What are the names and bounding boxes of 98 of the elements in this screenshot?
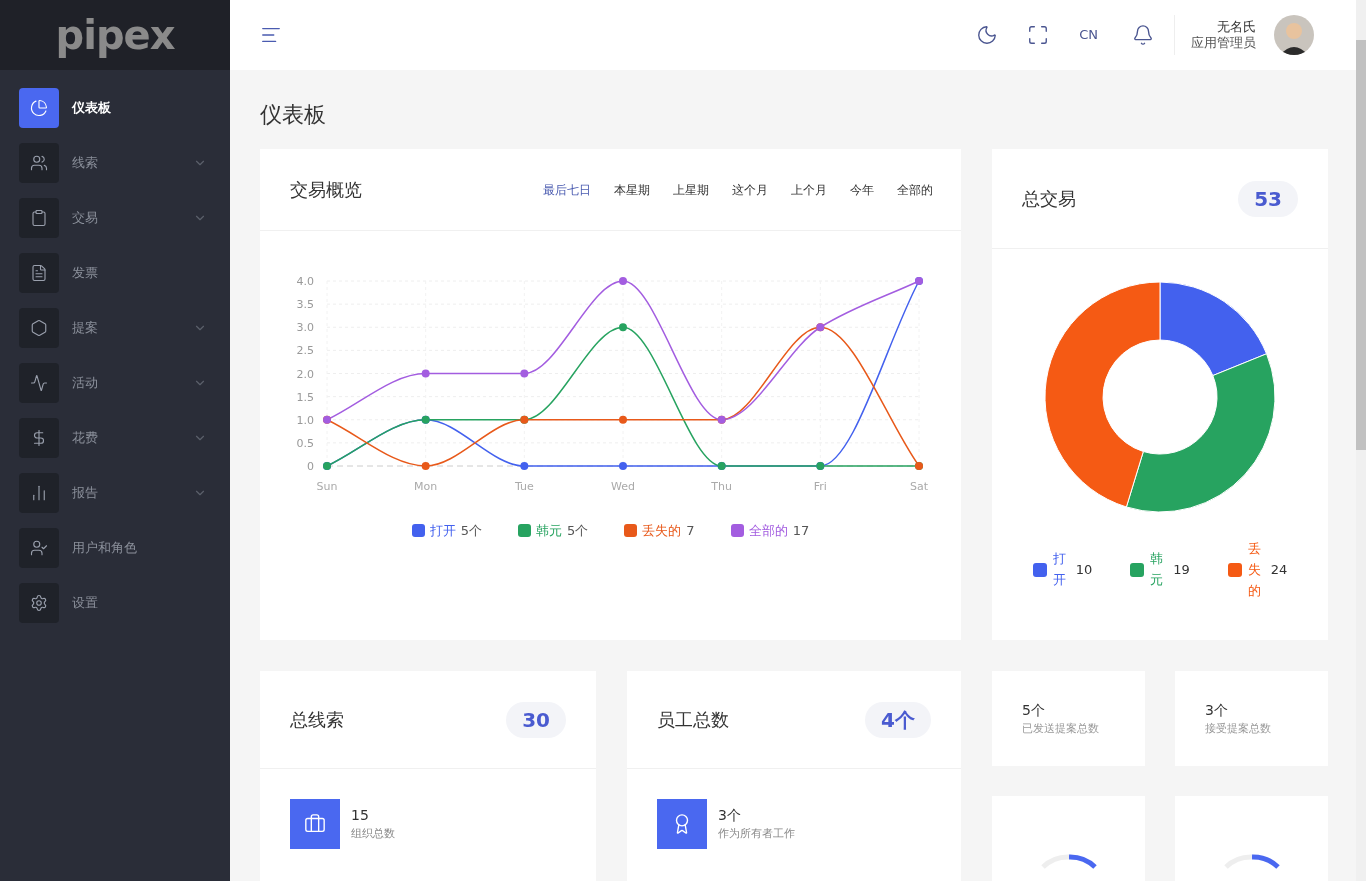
stat-value: 3个 (718, 806, 742, 826)
menu-icon (19, 253, 59, 293)
data-point (421, 369, 430, 378)
count-badge: 30 (506, 701, 566, 738)
stat-label: 接受提案总数 (1205, 720, 1272, 737)
legend-count: 19 (1173, 561, 1190, 580)
user-name: 无名氏 (1217, 18, 1256, 35)
stat-value: 5个 (1022, 700, 1046, 720)
y-tick-label: 1.5 (296, 390, 314, 404)
legend-label: 丢失的 (642, 522, 682, 540)
menu-icon (19, 363, 59, 403)
menu-label: 活动 (72, 374, 99, 393)
filter-tab[interactable]: 今年 (850, 180, 874, 199)
data-point (619, 415, 627, 424)
x-tick-label: Sat (910, 480, 928, 493)
moon-icon[interactable] (976, 24, 999, 46)
legend-count: 17 (792, 522, 810, 540)
sidebar-item[interactable]: 交易 (19, 198, 211, 238)
legend-label: 韩元 (1150, 550, 1164, 590)
y-tick-label: 3.0 (296, 321, 314, 335)
filter-tab[interactable]: 全部的 (897, 180, 933, 199)
avatar[interactable] (1274, 15, 1314, 55)
legend-count: 24 (1270, 561, 1288, 580)
count-badge: 4个 (865, 701, 931, 738)
x-tick-label: Wed (611, 480, 635, 493)
progress-ring-drawing (1039, 854, 1098, 870)
filter-tab[interactable]: 这个月 (732, 180, 768, 199)
sidebar-item[interactable]: 用户和角色 (19, 528, 211, 568)
y-tick-label: 0.5 (296, 436, 314, 450)
scrollbar[interactable] (1356, 0, 1366, 881)
legend-label: 全部的 (748, 522, 788, 540)
stat-value: 15 (351, 806, 370, 826)
fullscreen-icon[interactable] (1027, 24, 1050, 46)
language-button[interactable]: CN (1079, 25, 1098, 45)
y-tick-label: 4.0 (296, 275, 314, 288)
menu-icon (19, 473, 59, 513)
menu-icon (19, 143, 59, 183)
user-role: 应用管理员 (1191, 35, 1256, 52)
menu-label: 提案 (72, 319, 99, 338)
menu-icon (19, 583, 59, 623)
sidebar-item[interactable]: 活动 (19, 363, 211, 403)
x-tick-label: Tue (514, 480, 534, 493)
legend-label: 韩元 (536, 522, 563, 540)
sidebar-item[interactable]: 仪表板 (19, 88, 211, 128)
menu-icon (19, 198, 59, 238)
menu-label: 仪表板 (72, 99, 112, 118)
legend-count: 7 (686, 522, 695, 540)
sidebar-item[interactable]: 线索 (19, 143, 211, 183)
y-tick-label: 0 (307, 460, 314, 473)
legend-count: 10 (1075, 561, 1093, 580)
legend-label: 丢失的 (1247, 540, 1261, 600)
stat-label: 作为所有者工作 (718, 826, 795, 843)
legend-label: 打开 (429, 522, 456, 540)
stat-value: 3个 (1205, 700, 1229, 720)
y-tick-label: 3.5 (296, 298, 314, 312)
progress-ring-drawing (1222, 854, 1281, 870)
card-title: 交易概览 (290, 178, 363, 202)
y-tick-label: 2.5 (296, 344, 314, 358)
award-icon (657, 799, 707, 849)
menu-label: 用户和角色 (72, 539, 138, 558)
x-tick-label: Thu (711, 480, 732, 493)
menu-label: 报告 (72, 484, 99, 503)
notification-icon[interactable] (1132, 24, 1154, 46)
legend-count: 5个 (567, 522, 589, 540)
x-tick-label: Mon (414, 480, 438, 493)
x-tick-label: Fri (813, 480, 827, 493)
sidebar-item[interactable]: 设置 (19, 583, 211, 623)
sidebar-item[interactable]: 报告 (19, 473, 211, 513)
menu-icon (19, 88, 59, 128)
legend-label: 打开 (1052, 550, 1066, 590)
briefcase-icon (290, 799, 340, 849)
page-title: 仪表板 (260, 101, 327, 129)
menu-icon (19, 528, 59, 568)
count-badge: 53 (1238, 180, 1298, 217)
menu-label: 设置 (72, 594, 99, 613)
menu-label: 花费 (72, 429, 99, 448)
stat-label: 组织总数 (351, 826, 395, 843)
sidebar-item[interactable]: 发票 (19, 253, 211, 293)
card-title: 总线索 (290, 708, 344, 732)
stat-label: 已发送提案总数 (1022, 720, 1100, 737)
card-title: 总交易 (1022, 187, 1076, 211)
legend-count: 5个 (460, 522, 483, 540)
menu-icon (19, 418, 59, 458)
filter-tab[interactable]: 上个月 (791, 180, 827, 199)
menu-icon (19, 308, 59, 348)
x-tick-label: Sun (316, 480, 338, 493)
sidebar-item[interactable]: 花费 (19, 418, 211, 458)
filter-tab[interactable]: 本星期 (614, 180, 650, 199)
menu-label: 交易 (72, 209, 99, 228)
data-point (520, 369, 529, 378)
filter-tab[interactable]: 最后七日 (543, 180, 591, 199)
filter-tab[interactable]: 上星期 (673, 180, 709, 199)
y-tick-label: 1.0 (296, 413, 314, 427)
y-tick-label: 2.0 (296, 367, 314, 381)
sidebar-item[interactable]: 提案 (19, 308, 211, 348)
menu-label: 线索 (72, 154, 99, 173)
card-title: 员工总数 (657, 708, 729, 732)
menu-label: 发票 (72, 264, 99, 283)
